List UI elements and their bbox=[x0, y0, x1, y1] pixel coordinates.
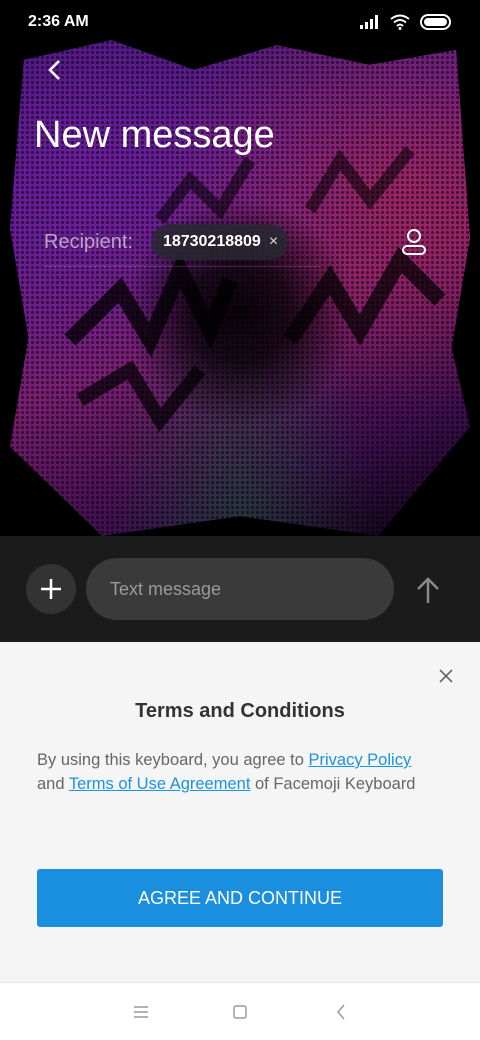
nav-home-button[interactable] bbox=[229, 1001, 251, 1023]
square-icon bbox=[233, 1005, 247, 1019]
plus-icon bbox=[41, 579, 61, 599]
nav-menu-button[interactable] bbox=[130, 1001, 152, 1023]
remove-recipient-button[interactable]: × bbox=[269, 233, 278, 251]
recipient-row: Recipient: 18730218809 × bbox=[44, 220, 440, 264]
arrow-up-icon bbox=[417, 577, 439, 603]
terms-of-use-link[interactable]: Terms of Use Agreement bbox=[69, 775, 251, 793]
wifi-icon bbox=[390, 14, 410, 30]
terms-sheet: Terms and Conditions By using this keybo… bbox=[0, 642, 480, 982]
terms-body-middle: and bbox=[37, 775, 69, 793]
add-attachment-button[interactable] bbox=[26, 564, 76, 614]
send-button[interactable] bbox=[408, 572, 448, 608]
privacy-policy-link[interactable]: Privacy Policy bbox=[309, 751, 412, 769]
recipient-number: 18730218809 bbox=[162, 233, 261, 250]
message-input[interactable] bbox=[86, 558, 394, 620]
status-icons bbox=[360, 14, 452, 30]
terms-body: By using this keyboard, you agree to Pri… bbox=[37, 748, 437, 796]
terms-body-suffix: of Facemoji Keyboard bbox=[250, 775, 416, 793]
person-icon bbox=[402, 229, 426, 255]
recipient-label: Recipient: bbox=[44, 230, 133, 253]
agree-and-continue-button[interactable]: AGREE AND CONTINUE bbox=[37, 869, 443, 927]
back-button[interactable] bbox=[36, 52, 72, 88]
conversation-area: 2:36 AM New message Recipient: 187302188… bbox=[0, 0, 480, 536]
message-composer bbox=[0, 536, 480, 642]
status-bar: 2:36 AM bbox=[0, 0, 480, 44]
status-time: 2:36 AM bbox=[28, 13, 89, 30]
navigation-bar bbox=[0, 982, 480, 1040]
page-title: New message bbox=[34, 114, 275, 156]
signal-icon bbox=[360, 15, 378, 29]
menu-icon bbox=[134, 1006, 148, 1018]
close-terms-button[interactable] bbox=[434, 664, 458, 688]
chevron-left-icon bbox=[48, 60, 60, 80]
nav-back-button[interactable] bbox=[330, 1001, 352, 1023]
terms-body-prefix: By using this keyboard, you agree to bbox=[37, 751, 309, 769]
select-contact-button[interactable] bbox=[396, 224, 432, 260]
chevron-left-icon bbox=[337, 1004, 345, 1020]
battery-icon bbox=[420, 14, 451, 30]
recipient-chip[interactable]: 18730218809 × bbox=[150, 224, 289, 260]
terms-title: Terms and Conditions bbox=[135, 700, 345, 722]
recipient-divider bbox=[44, 266, 320, 267]
close-icon bbox=[439, 669, 453, 683]
